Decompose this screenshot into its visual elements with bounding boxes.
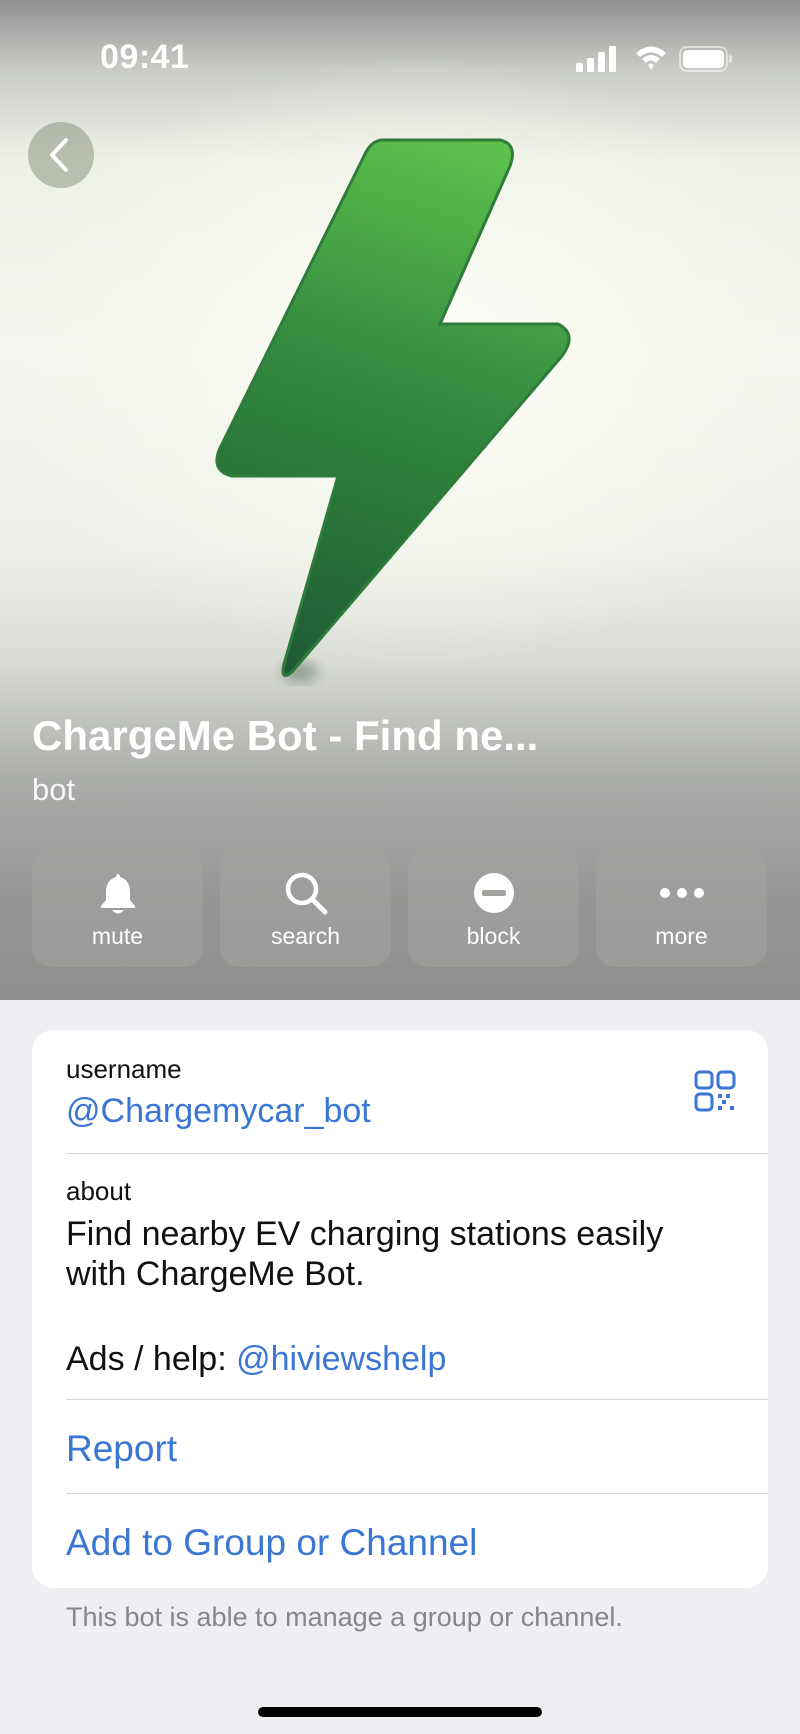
profile-header: 09:41 ChargeMe Bot - Find ne... bot mute…: [0, 0, 800, 1000]
mute-label: mute: [91, 923, 144, 949]
divider: [66, 1153, 768, 1154]
report-button[interactable]: Report: [66, 1428, 177, 1470]
home-indicator[interactable]: [258, 1707, 542, 1717]
back-button[interactable]: [28, 122, 94, 188]
cellular-signal-icon: [576, 46, 616, 72]
action-buttons: mute search block more: [32, 849, 768, 967]
more-button[interactable]: more: [596, 849, 767, 967]
footnote: This bot is able to manage a group or ch…: [66, 1602, 623, 1632]
info-card: username @Chargemycar_bot about Find nea…: [32, 1030, 768, 1588]
status-icons: [572, 44, 732, 79]
profile-subtitle: bot: [32, 772, 76, 807]
wifi-icon: [636, 46, 666, 70]
username-label: username: [66, 1054, 182, 1084]
mute-button[interactable]: mute: [32, 849, 203, 967]
divider: [66, 1493, 768, 1494]
ads-help-prefix: Ads / help:: [66, 1340, 237, 1378]
bell-icon: [100, 874, 135, 914]
qr-code-button[interactable]: [694, 1070, 736, 1117]
search-button[interactable]: search: [220, 849, 391, 967]
ads-help-link[interactable]: @hiviewshelp: [236, 1340, 446, 1378]
search-label: search: [270, 923, 341, 949]
block-button[interactable]: block: [408, 849, 579, 967]
more-label: more: [655, 923, 708, 949]
block-icon: [473, 873, 514, 913]
ads-help-line: Ads / help: @hiviewshelp: [66, 1340, 446, 1379]
chevron-left-icon: [50, 138, 68, 172]
block-label: block: [466, 923, 521, 949]
add-to-group-button[interactable]: Add to Group or Channel: [66, 1522, 477, 1564]
about-text: Find nearby EV charging stations easily …: [66, 1215, 664, 1293]
username-link[interactable]: @Chargemycar_bot: [66, 1092, 371, 1131]
battery-icon: [679, 46, 732, 72]
more-icon: [659, 888, 704, 898]
qr-code-icon: [694, 1070, 736, 1112]
about-label: about: [66, 1176, 132, 1206]
search-icon: [285, 872, 327, 915]
divider: [66, 1399, 768, 1400]
status-time: 09:41: [100, 38, 190, 76]
profile-name: ChargeMe Bot - Find ne...: [32, 712, 539, 759]
